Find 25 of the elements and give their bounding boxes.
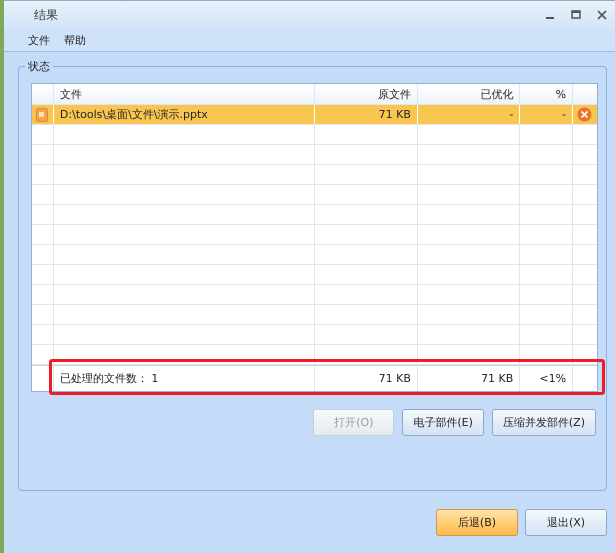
table-cell: - xyxy=(509,108,514,121)
remove-icon[interactable] xyxy=(577,107,592,122)
window-title: 结果 xyxy=(34,6,58,24)
table-cell: 71 KB xyxy=(481,372,514,385)
column-header[interactable]: 已优化 xyxy=(418,84,520,104)
group-title: 状态 xyxy=(25,59,53,74)
column-header[interactable]: % xyxy=(520,84,574,104)
action-button[interactable]: 电子部件(E) xyxy=(402,409,484,436)
dialog-button[interactable]: 后退(B) xyxy=(436,509,518,536)
maximize-icon[interactable] xyxy=(571,10,581,20)
table-cell: 已处理的文件数： 1 xyxy=(60,371,158,386)
close-icon[interactable] xyxy=(597,10,607,20)
column-header[interactable]: 文件 xyxy=(54,84,316,104)
table-cell: 71 KB xyxy=(378,108,411,121)
table-row[interactable]: D:\tools\桌面\文件\演示.pptx 71 KB - - xyxy=(32,105,597,125)
menu-item[interactable]: 帮助 xyxy=(64,32,86,48)
menu-item[interactable]: 文件 xyxy=(28,32,50,48)
table-cell: 71 KB xyxy=(378,372,411,385)
table-cell: D:\tools\桌面\文件\演示.pptx xyxy=(60,107,208,122)
document-icon xyxy=(36,108,48,122)
table-cell: <1% xyxy=(539,372,566,385)
dialog-button[interactable]: 退出(X) xyxy=(525,509,607,536)
table-cell: - xyxy=(562,108,566,121)
column-header[interactable]: 原文件 xyxy=(315,84,418,104)
action-button[interactable]: 压缩并发部件(Z) xyxy=(492,409,596,436)
